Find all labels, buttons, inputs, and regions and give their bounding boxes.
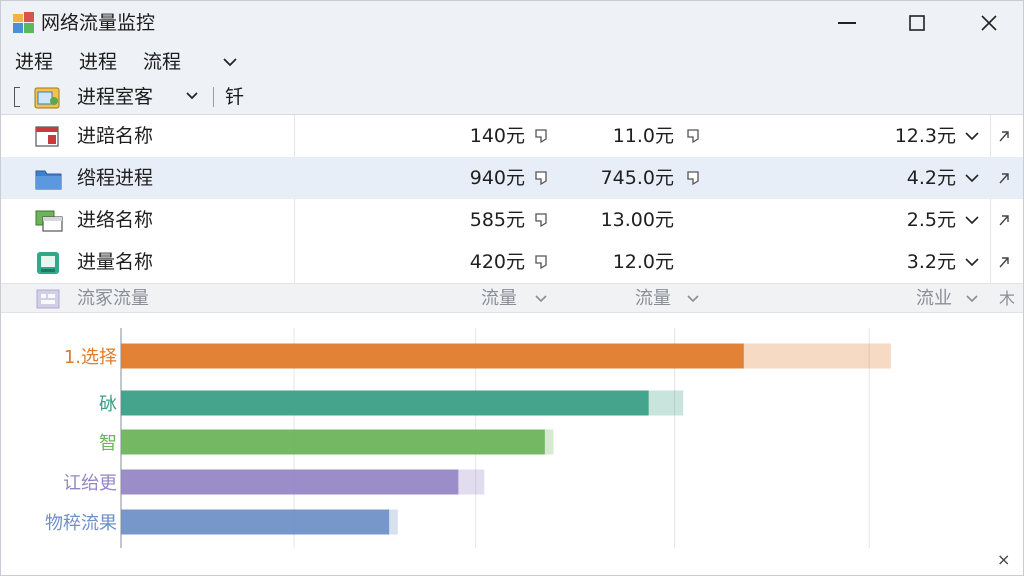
close-icon (981, 15, 997, 31)
maximize-icon (909, 15, 925, 31)
category-label: 物稡流果 (45, 513, 117, 534)
column-header-1[interactable]: 流量 (481, 288, 517, 310)
window-red-icon (35, 126, 59, 147)
menu-more-chevron-icon[interactable] (221, 54, 239, 70)
menu-item-2[interactable]: 进程 (79, 50, 117, 74)
app-teal-icon (37, 252, 59, 274)
bar-primary (121, 509, 390, 535)
flag-icon[interactable] (533, 170, 549, 186)
process-name: 进踣名称 (77, 125, 154, 147)
table-row[interactable]: 绺程进程 940元 745.0元 4.2元 (1, 157, 1023, 199)
value-cell-1: 940元 (469, 167, 525, 189)
menu-bar: 进程 进程 流程 (1, 45, 1023, 79)
value-cell-2: 13.00元 (600, 209, 674, 231)
traffic-chart: 1.选择砅智讧绐更物稡流果 × (1, 314, 1023, 576)
column-header-2[interactable]: 流量 (635, 288, 671, 310)
column-header-3[interactable]: 流业 (916, 288, 952, 310)
value-cell-1: 420元 (469, 251, 525, 273)
bar-primary (121, 390, 649, 416)
expand-arrow-icon[interactable] (997, 170, 1011, 186)
bar-chart: 1.选择砅智讧绐更物稡流果 (45, 328, 891, 548)
bar-primary (121, 469, 459, 495)
toolbar: 进程室客 钎 (1, 79, 1023, 115)
bar-primary (121, 429, 545, 455)
title-bar: 网络流量监控 (1, 1, 1023, 45)
menu-item-1[interactable]: 进程 (15, 50, 53, 74)
process-name: 绺程进程 (77, 167, 154, 189)
folder-blue-icon (35, 170, 62, 190)
chevron-down-icon[interactable] (964, 214, 980, 226)
toolbar-extra-button[interactable]: 钎 (225, 85, 244, 109)
expand-arrow-icon[interactable] (997, 254, 1011, 270)
view-icon (34, 87, 60, 109)
summary-icon (36, 289, 60, 309)
close-button[interactable] (959, 1, 1019, 45)
flag-icon[interactable] (533, 128, 549, 144)
sort-chevron-icon[interactable] (686, 294, 700, 304)
table-row[interactable]: 进踣名称 140元 11.0元 12.3元 (1, 115, 1023, 157)
bar-primary (121, 343, 744, 369)
category-label: 砅 (99, 394, 117, 415)
table-row[interactable]: 进量名称 420元 12.0元 3.2元 (1, 241, 1023, 283)
chevron-down-icon[interactable] (964, 130, 980, 142)
process-name: 进量名称 (77, 251, 154, 273)
summary-label: 流冢流量 (77, 288, 149, 309)
expand-arrow-icon[interactable] (997, 128, 1011, 144)
view-selector[interactable]: 进程室客 (77, 85, 153, 109)
value-cell-2: 12.0元 (612, 251, 674, 273)
chevron-down-icon[interactable] (964, 172, 980, 184)
window-title: 网络流量监控 (41, 12, 156, 34)
summary-row: 流冢流量 流量 流量 流业 木 (1, 283, 1023, 313)
value-cell-1: 585元 (469, 209, 525, 231)
app-icon (13, 12, 34, 33)
process-name: 进络名称 (77, 209, 154, 231)
flag-icon[interactable] (685, 170, 701, 186)
toolbar-grip[interactable] (14, 87, 20, 107)
view-dropdown-chevron-icon[interactable] (185, 90, 199, 102)
flag-icon[interactable] (533, 254, 549, 270)
toolbar-separator (213, 87, 214, 107)
menu-item-3[interactable]: 流程 (143, 50, 181, 74)
category-label: 智 (99, 433, 117, 454)
app-window: 网络流量监控 进程 进程 流程 进程室客 钎 进踣名称 140元 11.0元 1… (0, 0, 1024, 576)
value-cell-2: 11.0元 (612, 125, 674, 147)
maximize-button[interactable] (887, 1, 947, 45)
chart-close-icon[interactable]: × (997, 550, 1010, 569)
category-label: 1.选择 (64, 347, 117, 368)
value-cell-3: 4.2元 (906, 167, 956, 189)
chevron-down-icon[interactable] (964, 256, 980, 268)
value-cell-1: 140元 (469, 125, 525, 147)
value-cell-3: 12.3元 (894, 125, 956, 147)
process-grid: 进踣名称 140元 11.0元 12.3元 绺程进程 940元 745.0元 4… (1, 115, 1023, 313)
value-cell-2: 745.0元 (600, 167, 674, 189)
value-cell-3: 2.5元 (906, 209, 956, 231)
sort-chevron-icon[interactable] (965, 294, 979, 304)
value-cell-3: 3.2元 (906, 251, 956, 273)
minimize-icon (838, 22, 856, 24)
flag-icon[interactable] (533, 212, 549, 228)
expand-arrow-icon[interactable] (997, 212, 1011, 228)
minimize-button[interactable] (817, 1, 877, 45)
column-header-extra[interactable]: 木 (999, 288, 1015, 310)
flag-icon[interactable] (685, 128, 701, 144)
table-row[interactable]: 进络名称 585元 13.00元 2.5元 (1, 199, 1023, 241)
sort-chevron-icon[interactable] (534, 294, 548, 304)
category-label: 讧绐更 (63, 473, 117, 494)
window-green-icon (35, 210, 63, 232)
